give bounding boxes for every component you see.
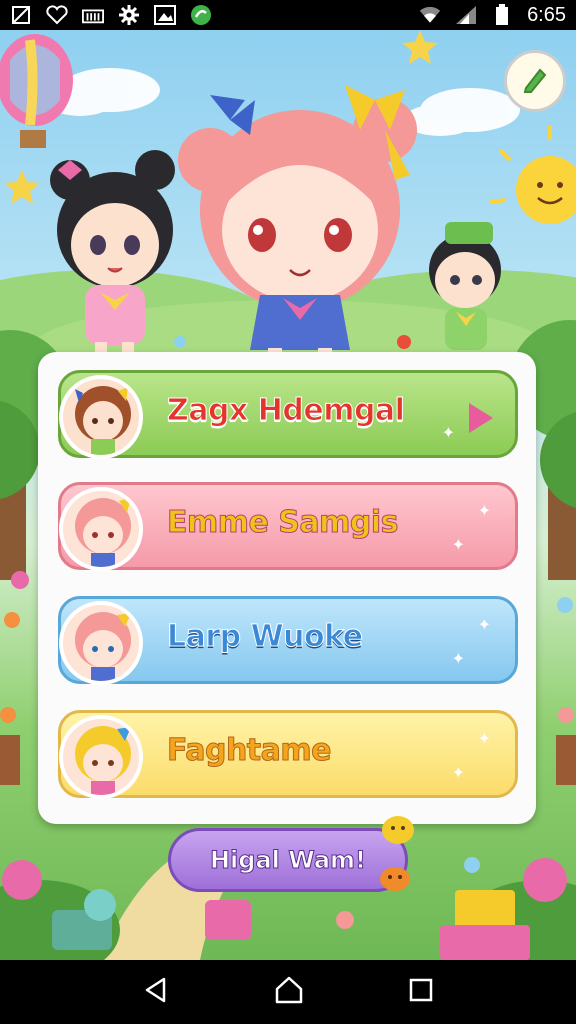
battery-icon <box>491 4 513 26</box>
menu-button-1-label: Zagx Hdemgal <box>166 393 405 429</box>
menu-button-3[interactable]: Larp Wuoke ✦ ✦ <box>58 596 518 685</box>
gear-icon <box>118 4 140 26</box>
avatar-pink-hair-blue-eyes-girl <box>59 601 143 685</box>
pencil-icon <box>520 64 550 98</box>
nav-bar <box>0 960 576 1024</box>
sparkle-icon: ✦ <box>451 535 465 554</box>
play-arrow-icon <box>469 403 493 433</box>
status-bar: 6:65 <box>0 0 576 30</box>
edit-button[interactable] <box>504 50 566 112</box>
sparkle-icon: ✦ <box>477 729 491 748</box>
signal-icon <box>455 4 477 26</box>
game-scene: Zagx Hdemgal ✦ Emme Samgis ✦ ✦ Larp Wuok… <box>0 30 576 960</box>
menu-button-4[interactable]: Faghtame ✦ ✦ <box>58 710 518 799</box>
home-icon[interactable] <box>274 975 304 1009</box>
no-sim-icon <box>10 4 32 26</box>
heart-icon <box>46 4 68 26</box>
back-icon[interactable] <box>142 976 170 1008</box>
play-button[interactable]: Higal Wam! <box>168 828 408 892</box>
pumpkin-icon <box>378 862 412 896</box>
sparkle-icon: ✦ <box>451 649 465 668</box>
menu-button-4-label: Faghtame <box>166 733 332 769</box>
sparkle-icon: ✦ <box>477 615 491 634</box>
library-icon <box>82 4 104 26</box>
menu-button-2[interactable]: Emme Samgis ✦ ✦ <box>58 482 518 571</box>
avatar-blonde-hair-girl <box>59 715 143 799</box>
toast-icon <box>378 810 418 854</box>
avatar-brown-hair-girl <box>59 375 143 459</box>
recents-icon[interactable] <box>408 977 434 1007</box>
clock: 6:65 <box>527 3 566 26</box>
wifi-icon <box>419 4 441 26</box>
play-button-label: Higal Wam! <box>209 846 367 875</box>
sparkle-icon: ✦ <box>451 763 465 782</box>
avatar-pink-hair-girl <box>59 487 143 571</box>
image-icon <box>154 4 176 26</box>
sparkle-icon: ✦ <box>477 501 491 520</box>
menu-button-2-label: Emme Samgis <box>166 505 399 541</box>
app-badge-icon <box>190 4 212 26</box>
menu-button-1[interactable]: Zagx Hdemgal ✦ <box>58 370 518 459</box>
menu-button-3-label: Larp Wuoke <box>167 619 364 655</box>
sparkle-icon: ✦ <box>441 423 455 442</box>
